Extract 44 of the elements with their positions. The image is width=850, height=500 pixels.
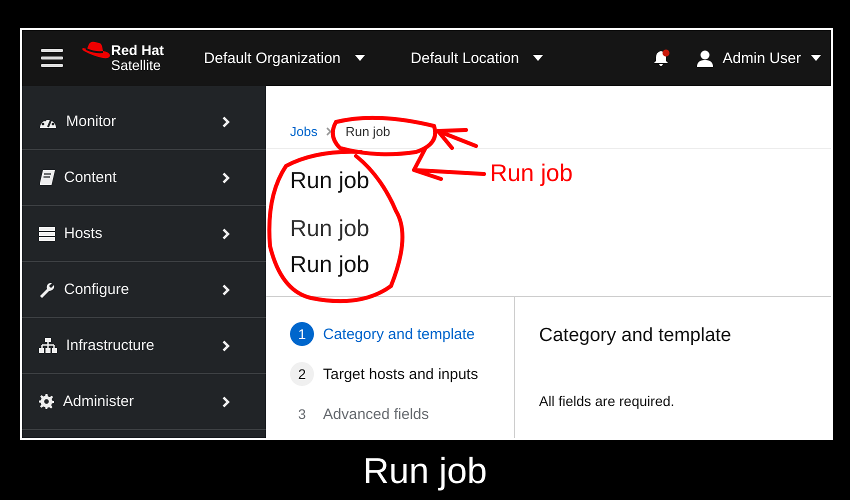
chevron-right-icon: [222, 172, 230, 184]
chevron-right-icon: [222, 396, 230, 408]
step-number: 2: [290, 362, 314, 386]
page-title: Run job: [290, 250, 370, 279]
network-icon: [39, 338, 57, 353]
wrench-icon: [39, 282, 55, 298]
wizard-step[interactable]: 1 Category and template: [290, 322, 490, 346]
hat-logo-icon: [81, 41, 111, 61]
logo-title: Red Hat: [111, 43, 164, 58]
annotation-label: Run job: [490, 160, 573, 187]
server-icon: [39, 226, 55, 240]
nav-item[interactable]: Hosts: [22, 206, 266, 262]
breadcrumb-current: Run job: [345, 124, 390, 139]
breadcrumb-link[interactable]: Jobs: [290, 124, 318, 139]
chevron-right-icon: [222, 340, 230, 352]
nav-item[interactable]: Configure: [22, 262, 266, 318]
page-title: Run job: [290, 214, 370, 243]
chevron-right-icon: [326, 127, 332, 136]
book-icon: [39, 170, 55, 185]
caret-icon: [354, 55, 365, 61]
step-number: 1: [290, 322, 314, 346]
user-menu[interactable]: Admin User: [696, 50, 821, 66]
required-note: All fields are required.: [539, 393, 676, 409]
nav-item[interactable]: Monitor: [22, 94, 266, 150]
caret-icon: [533, 55, 544, 61]
page-title: Run job: [290, 166, 370, 195]
organization-dropdown[interactable]: Default Organization: [204, 50, 365, 66]
nav-item[interactable]: Administer: [22, 374, 266, 430]
notification-bell-icon[interactable]: [652, 49, 671, 67]
section-title: Category and template: [539, 325, 732, 347]
user-icon: [696, 50, 713, 66]
caption: Run job: [362, 450, 488, 492]
caret-icon: [811, 55, 821, 61]
menu-icon[interactable]: [41, 49, 63, 67]
gear-icon: [39, 394, 54, 409]
location-dropdown[interactable]: Default Location: [410, 50, 544, 66]
chevron-right-icon: [222, 116, 230, 128]
chevron-right-icon: [222, 228, 230, 240]
logo-subtitle: Satellite: [111, 58, 162, 73]
step-number: 3: [297, 405, 307, 424]
chevron-right-icon: [222, 284, 230, 296]
wizard-step[interactable]: 2 Target hosts and inputs: [290, 362, 490, 386]
nav-item[interactable]: Content: [22, 150, 266, 206]
nav-item[interactable]: Infrastructure: [22, 318, 266, 374]
